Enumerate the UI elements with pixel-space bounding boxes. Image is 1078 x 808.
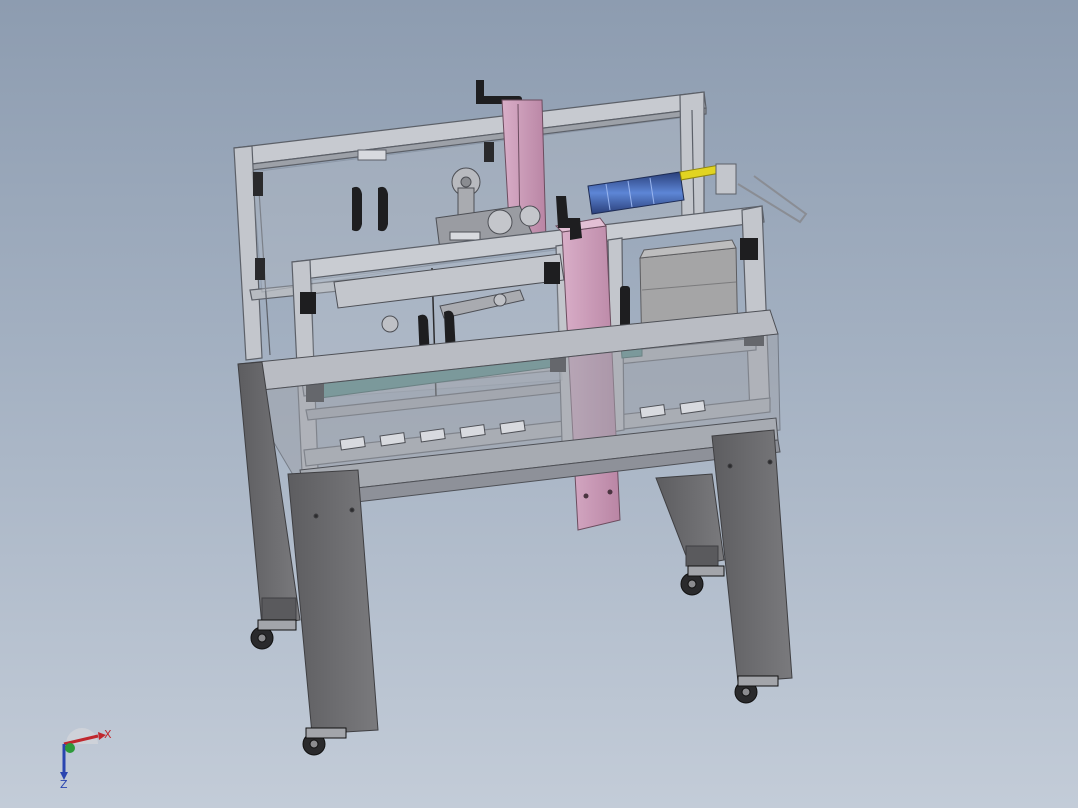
carton-sealer-model[interactable]: 纸箱 bbox=[0, 0, 1078, 808]
z-axis-label: Z bbox=[60, 778, 68, 791]
y-axis-dot bbox=[65, 743, 75, 753]
x-axis-label: X bbox=[104, 728, 112, 741]
coordinate-triad: X Z bbox=[60, 728, 112, 791]
3d-viewport[interactable]: 纸箱 bbox=[0, 0, 1078, 808]
